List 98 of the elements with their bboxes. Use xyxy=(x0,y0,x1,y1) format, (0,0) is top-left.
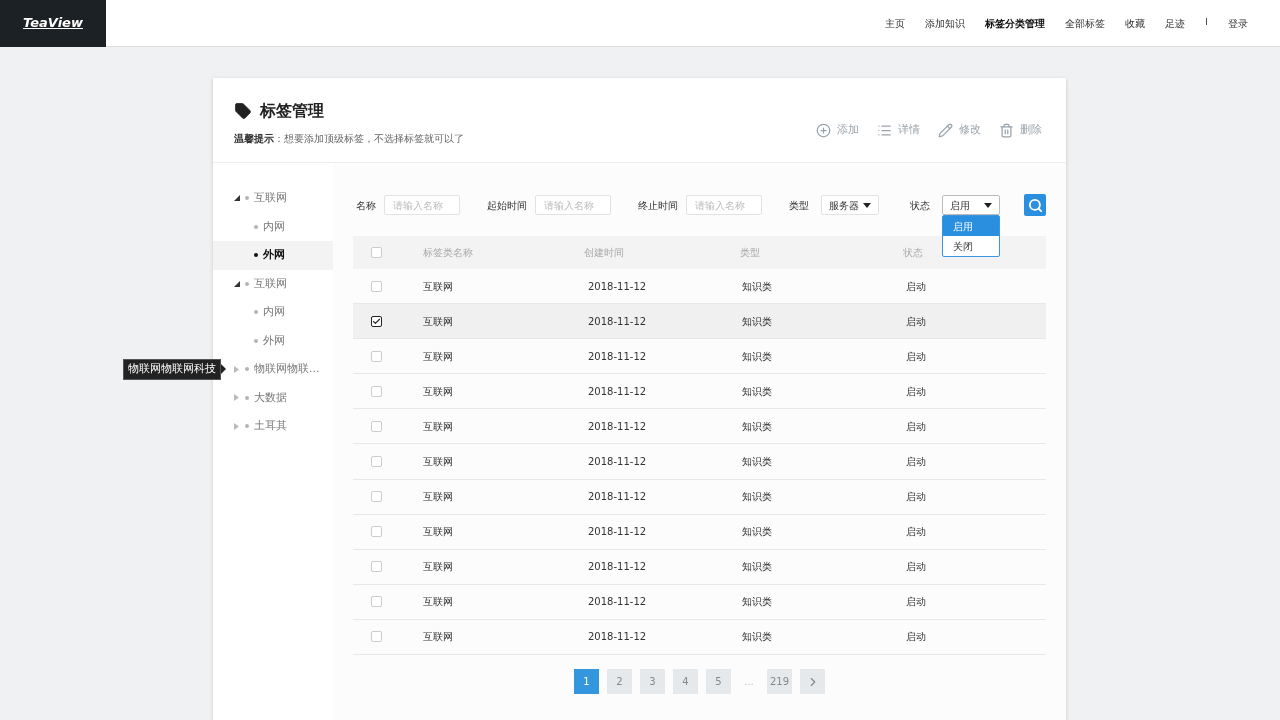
table-cell: 启动 xyxy=(906,561,926,573)
nav-separator: I xyxy=(1205,16,1208,30)
table-row[interactable]: 互联网 2018-11-12 知识类 启动 xyxy=(353,514,1046,550)
tree-item[interactable]: 土耳其 xyxy=(213,412,333,441)
column-header: 创建时间 xyxy=(584,247,624,258)
nav-link[interactable]: 主页 xyxy=(885,15,906,31)
tree-item[interactable]: 外网 xyxy=(213,326,333,355)
table-cell: 互联网 xyxy=(423,350,453,362)
table-cell: 知识类 xyxy=(742,280,772,292)
dropdown-option[interactable]: 关闭 xyxy=(943,236,999,256)
page-title: 标签管理 xyxy=(260,100,324,122)
table-cell: 2018-11-12 xyxy=(588,315,647,327)
table-cell: 启动 xyxy=(906,385,926,397)
logo[interactable]: TeaView xyxy=(0,0,106,47)
tree-item[interactable]: 内网 xyxy=(213,298,333,327)
column-header: 类型 xyxy=(740,247,760,258)
filter-label: 状态 xyxy=(910,198,930,213)
tree-label: 外网 xyxy=(263,247,285,263)
table-cell: 知识类 xyxy=(742,596,772,608)
table-row[interactable]: 互联网 2018-11-12 知识类 启动 xyxy=(353,619,1046,656)
table-row[interactable]: 互联网 2018-11-12 知识类 启动 xyxy=(353,339,1046,375)
tree-item[interactable]: 内网 xyxy=(213,212,333,241)
tree-label: 大数据 xyxy=(254,389,287,406)
table-row[interactable]: 互联网 2018-11-12 知识类 启动 xyxy=(353,374,1046,410)
table-cell: 互联网 xyxy=(423,315,453,327)
table-cell: 互联网 xyxy=(423,385,453,397)
filter-input[interactable]: 请输入名称 xyxy=(384,195,460,215)
table-cell: 知识类 xyxy=(742,350,772,362)
table-cell: 启动 xyxy=(906,315,926,327)
table-cell: 知识类 xyxy=(742,420,772,432)
table-cell: 知识类 xyxy=(742,561,772,573)
table-row[interactable]: 互联网 2018-11-12 知识类 启动 xyxy=(353,479,1046,515)
table-cell: 启动 xyxy=(906,350,926,362)
table-cell: 互联网 xyxy=(423,596,453,608)
table-cell: 2018-11-12 xyxy=(588,420,647,432)
filter-label: 终止时间 xyxy=(638,198,678,213)
tree-item[interactable]: 互联网 xyxy=(213,184,333,213)
table-cell: 知识类 xyxy=(742,315,772,327)
pagination-ellipsis: ... xyxy=(743,675,755,690)
filter-label: 类型 xyxy=(789,198,809,213)
table-cell: 启动 xyxy=(906,456,926,467)
table-cell: 启动 xyxy=(906,280,926,292)
table-cell: 2018-11-12 xyxy=(588,456,647,467)
table-cell: 启动 xyxy=(906,631,926,643)
select-field[interactable]: 启用 xyxy=(942,195,1000,215)
tree-label: 内网 xyxy=(263,304,285,320)
tree-item[interactable]: 外网 xyxy=(213,241,333,270)
nav-link[interactable]: 收藏 xyxy=(1125,15,1146,31)
table-cell: 2018-11-12 xyxy=(588,561,647,573)
table-cell: 启动 xyxy=(906,491,926,503)
table-cell: 知识类 xyxy=(742,456,772,467)
column-header: 标签类名称 xyxy=(423,247,473,258)
table-cell: 2018-11-12 xyxy=(588,631,647,643)
tree-label: 内网 xyxy=(263,218,285,235)
filter-label: 名称 xyxy=(356,198,376,213)
table-cell: 启动 xyxy=(906,596,926,608)
table-cell: 2018-11-12 xyxy=(588,385,647,397)
tree-label: 外网 xyxy=(263,332,285,349)
nav-link[interactable]: 添加知识 xyxy=(925,15,966,31)
tree-item[interactable]: 互联网 xyxy=(213,269,333,298)
table-cell: 互联网 xyxy=(423,561,453,573)
table-cell: 互联网 xyxy=(423,420,453,432)
table-cell: 2018-11-12 xyxy=(588,280,647,292)
table-cell: 启动 xyxy=(906,526,926,538)
filter-input[interactable]: 请输入名称 xyxy=(686,195,762,215)
table-cell: 知识类 xyxy=(742,385,772,397)
filter-input[interactable]: 请输入名称 xyxy=(535,195,611,215)
table-cell: 知识类 xyxy=(742,631,772,643)
table-row[interactable]: 互联网 2018-11-12 知识类 启动 xyxy=(353,549,1046,585)
table-cell: 互联网 xyxy=(423,280,453,292)
hint-text: 温馨提示：想要添加顶级标签，不选择标签就可以了 xyxy=(234,132,464,146)
column-header: 状态 xyxy=(903,247,923,258)
table-row[interactable]: 互联网 2018-11-12 知识类 启动 xyxy=(353,409,1046,445)
table-cell: 启动 xyxy=(906,420,926,432)
table-cell: 互联网 xyxy=(423,491,453,503)
table-cell: 2018-11-12 xyxy=(588,596,647,608)
table-cell: 2018-11-12 xyxy=(588,526,647,538)
nav-link[interactable]: 足迹 xyxy=(1165,15,1186,31)
table-cell: 2018-11-12 xyxy=(588,350,647,362)
tree-label: 互联网 xyxy=(254,190,287,206)
table-cell: 知识类 xyxy=(742,491,772,503)
tree-label: 互联网 xyxy=(254,275,287,292)
table-cell: 互联网 xyxy=(423,631,453,643)
nav-link[interactable]: 全部标签 xyxy=(1065,15,1106,31)
table-row[interactable]: 互联网 2018-11-12 知识类 启动 xyxy=(353,444,1046,480)
tree-label: 土耳其 xyxy=(254,418,287,434)
tree-item[interactable]: 大数据 xyxy=(213,383,333,412)
table-cell: 互联网 xyxy=(423,456,453,467)
nav-link[interactable]: 标签分类管理 xyxy=(985,15,1046,31)
login-link[interactable]: 登录 xyxy=(1228,15,1248,31)
filter-label: 起始时间 xyxy=(487,198,527,213)
table-cell: 知识类 xyxy=(742,526,772,538)
tree-label: 物联网物联... xyxy=(254,361,320,377)
table-row[interactable]: 互联网 2018-11-12 知识类 启动 xyxy=(353,584,1046,620)
table-cell: 2018-11-12 xyxy=(588,491,647,503)
select-field[interactable]: 服务器 xyxy=(821,195,879,215)
tooltip: 物联网物联网科技 xyxy=(123,359,226,380)
table-cell: 互联网 xyxy=(423,526,453,538)
